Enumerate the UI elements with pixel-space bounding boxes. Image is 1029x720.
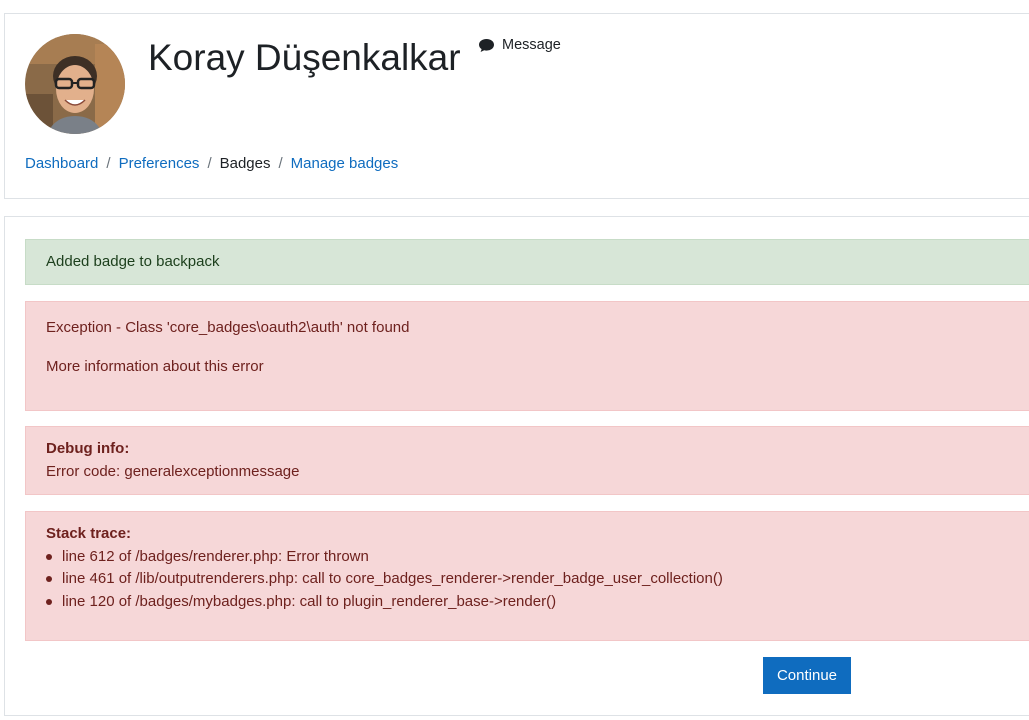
breadcrumb-manage-badges[interactable]: Manage badges [291, 154, 399, 174]
stack-trace-title: Stack trace: [46, 525, 132, 542]
bullet-icon [46, 553, 52, 560]
breadcrumb-separator: / [278, 155, 283, 172]
debug-info-title: Debug info: [46, 440, 130, 457]
breadcrumb-badges: Badges [219, 155, 271, 172]
list-item: line 120 of /badges/mybadges.php: call t… [46, 591, 1024, 614]
message-label: Message [502, 37, 561, 53]
page-header: Koray Düşenkalkar Message Dashboard / Pr… [4, 13, 1029, 199]
breadcrumb: Dashboard / Preferences / Badges / Manag… [25, 154, 398, 174]
breadcrumb-separator: / [106, 155, 111, 172]
speech-bubble-icon [479, 38, 494, 52]
main-content: Added badge to backpack Exception - Clas… [4, 216, 1029, 716]
user-photo-icon [25, 34, 125, 134]
list-item: line 461 of /lib/outputrenderers.php: ca… [46, 568, 1024, 591]
breadcrumb-separator: / [207, 155, 212, 172]
more-info-link[interactable]: More information about this error [46, 356, 264, 379]
list-item: line 612 of /badges/renderer.php: Error … [46, 546, 1024, 569]
stack-line: line 120 of /badges/mybadges.php: call t… [62, 592, 557, 610]
stack-line: line 461 of /lib/outputrenderers.php: ca… [62, 570, 723, 587]
stack-trace-list: line 612 of /badges/renderer.php: Error … [46, 546, 1024, 614]
exception-message: Exception - Class 'core_badges\oauth2\au… [46, 319, 410, 336]
bullet-icon [46, 576, 52, 583]
error-code: Error code: generalexceptionmessage [46, 462, 300, 480]
avatar[interactable] [25, 34, 125, 134]
breadcrumb-dashboard[interactable]: Dashboard [25, 154, 98, 174]
page-title: Koray Düşenkalkar [148, 37, 461, 78]
message-button[interactable]: Message [478, 37, 561, 53]
continue-button[interactable]: Continue [763, 657, 851, 694]
bullet-icon [46, 598, 52, 605]
success-alert: Added badge to backpack [25, 239, 1029, 285]
success-message: Added badge to backpack [46, 253, 220, 270]
stack-line: line 612 of /badges/renderer.php: Error … [62, 547, 369, 565]
stack-trace-alert: Stack trace: line 612 of /badges/rendere… [25, 511, 1029, 641]
exception-alert: Exception - Class 'core_badges\oauth2\au… [25, 301, 1029, 411]
breadcrumb-preferences[interactable]: Preferences [119, 154, 200, 174]
debug-info-alert: Debug info: Error code: generalexception… [25, 426, 1029, 495]
